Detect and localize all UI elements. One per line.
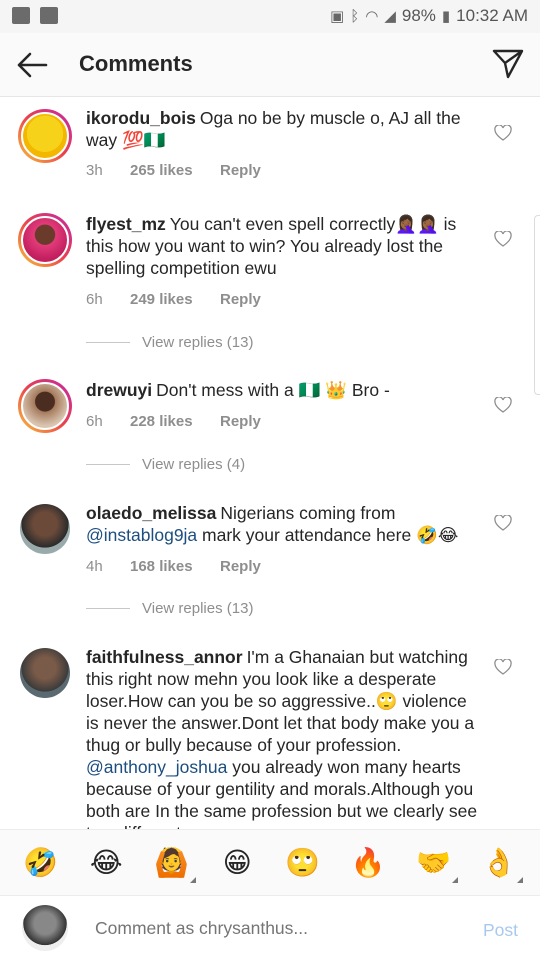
avatar[interactable] — [18, 109, 72, 163]
emoji-eyeroll-button[interactable]: 🙄 — [283, 843, 323, 883]
reply-button[interactable]: Reply — [220, 162, 261, 179]
clock: 10:32 AM — [456, 6, 528, 25]
comment-likes[interactable]: 228 likes — [130, 413, 220, 430]
page-title: Comments — [79, 51, 193, 76]
comment-time: 3h — [86, 162, 103, 179]
emoji-fire-button[interactable]: 🔥 — [348, 843, 388, 883]
view-replies-label[interactable]: View replies (13) — [142, 600, 253, 617]
view-replies-button[interactable]: View replies (4) — [86, 456, 245, 473]
heart-icon[interactable] — [494, 231, 512, 247]
signal-icon: ◢ — [384, 8, 396, 25]
emoji-grin-button[interactable]: 😁 — [217, 843, 257, 883]
comment-likes[interactable]: 265 likes — [130, 162, 220, 179]
skin-tone-indicator — [517, 876, 524, 883]
view-replies-divider — [86, 464, 130, 465]
comment-composer: Post — [0, 895, 540, 960]
view-replies-button[interactable]: View replies (13) — [86, 334, 253, 351]
comment-time: 6h — [86, 291, 103, 308]
comment-username[interactable]: faithfulness_annor — [86, 647, 243, 667]
arrow-left-icon[interactable] — [14, 47, 50, 83]
heart-icon[interactable] — [494, 125, 512, 141]
bluetooth-icon: ᛒ — [350, 7, 360, 25]
image-notification-icon — [40, 7, 58, 24]
mention-link[interactable]: @instablog9ja — [86, 525, 197, 545]
emoji-hand-glyph: 🤝 — [416, 845, 452, 879]
wifi-icon: ◠ — [365, 8, 379, 25]
comment-username[interactable]: drewuyi — [86, 380, 152, 400]
comment-text: Don't mess with a 🇳🇬 👑 Bro - — [156, 380, 390, 400]
view-replies-divider — [86, 608, 130, 609]
avatar[interactable] — [20, 648, 70, 698]
emoji-gesture-button[interactable]: 🙆 — [152, 843, 196, 883]
avatar[interactable] — [18, 379, 72, 433]
heart-icon[interactable] — [494, 659, 512, 675]
post-button[interactable]: Post — [483, 920, 518, 941]
reply-button[interactable]: Reply — [220, 291, 261, 308]
avatar[interactable] — [18, 213, 72, 267]
scrollbar[interactable] — [534, 215, 540, 395]
emoji-quick-bar: 🤣 😂 🙆 😁 🙄 🔥 🤝 👌 — [0, 829, 540, 895]
facebook-notification-icon — [12, 7, 30, 24]
comment-time: 4h — [86, 558, 103, 575]
comments-header: Comments — [0, 33, 540, 97]
battery-percent: 98% — [401, 6, 436, 25]
reply-button[interactable]: Reply — [220, 558, 261, 575]
emoji-ok-hand-button[interactable]: 👌 — [479, 843, 524, 883]
comment-likes[interactable]: 249 likes — [130, 291, 220, 308]
mention-link[interactable]: @anthony_joshua — [86, 757, 227, 777]
emoji-gesture-glyph: 🙆 — [154, 845, 190, 879]
emoji-ok-hand-glyph: 👌 — [481, 845, 517, 879]
heart-icon[interactable] — [494, 515, 512, 531]
skin-tone-indicator — [189, 876, 196, 883]
emoji-hand-button[interactable]: 🤝 — [414, 843, 458, 883]
heart-icon[interactable] — [494, 397, 512, 413]
emoji-joy-button[interactable]: 😂 — [86, 843, 126, 883]
comment-username[interactable]: ikorodu_bois — [86, 108, 196, 128]
reply-button[interactable]: Reply — [220, 413, 261, 430]
current-user-avatar — [22, 905, 68, 951]
view-replies-label[interactable]: View replies (4) — [142, 456, 245, 473]
view-replies-label[interactable]: View replies (13) — [142, 334, 253, 351]
avatar[interactable] — [20, 504, 70, 554]
comment-likes[interactable]: 168 likes — [130, 558, 220, 575]
comment-input[interactable] — [95, 918, 435, 939]
emoji-rofl-button[interactable]: 🤣 — [21, 843, 61, 883]
view-replies-divider — [86, 342, 130, 343]
status-bar: ▣ ᛒ ◠ ◢ 98% ▮ 10:32 AM — [0, 0, 540, 33]
battery-icon: ▮ — [441, 8, 451, 25]
comment-time: 6h — [86, 413, 103, 430]
skin-tone-indicator — [451, 876, 458, 883]
lock-icon: ▣ — [330, 8, 345, 25]
comments-list[interactable]: ikorodu_bois Oga no be by muscle o, AJ al… — [0, 97, 540, 829]
comment-username[interactable]: olaedo_melissa — [86, 503, 216, 523]
paper-plane-icon[interactable] — [490, 45, 526, 81]
comment-text-end: mark your attendance here 🤣😂 — [197, 525, 459, 545]
comment-text-start: Nigerians coming from — [220, 503, 396, 523]
view-replies-button[interactable]: View replies (13) — [86, 600, 253, 617]
comment-username[interactable]: flyest_mz — [86, 214, 166, 234]
